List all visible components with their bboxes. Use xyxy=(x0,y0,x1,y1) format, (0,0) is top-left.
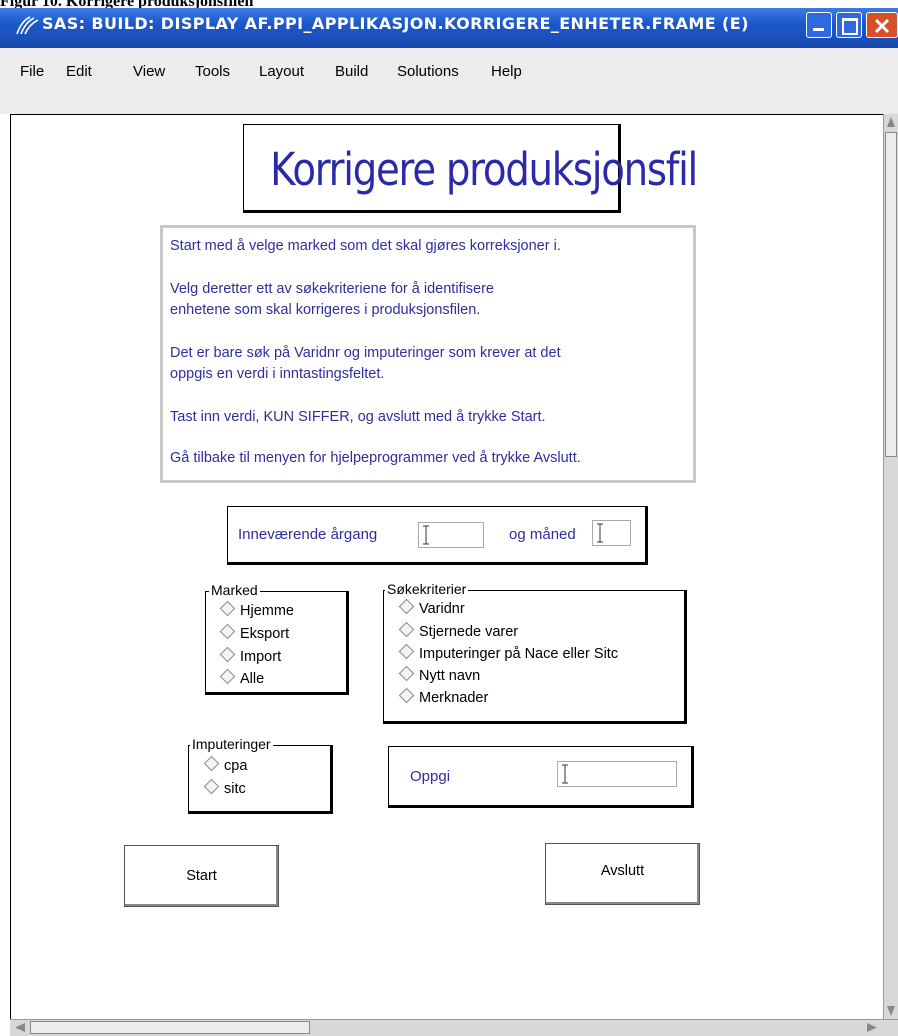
radio-criteria-varidnr[interactable]: Varidnr xyxy=(398,598,465,617)
scroll-right-icon[interactable] xyxy=(866,1022,878,1033)
menu-build[interactable]: Build xyxy=(335,63,368,80)
radio-marked-import[interactable]: Import xyxy=(219,646,281,665)
radio-criteria-imputeringer[interactable]: Imputeringer på Nace eller Sitc xyxy=(398,643,618,662)
year-label: Inneværende årgang xyxy=(238,526,378,543)
radio-icon xyxy=(398,621,415,638)
horizontal-scroll-thumb[interactable] xyxy=(30,1021,310,1034)
radio-imputations-sitc[interactable]: sitc xyxy=(203,778,246,797)
instruction-line: Gå tilbake til menyen for hjelpeprogramm… xyxy=(170,450,581,466)
menu-help[interactable]: Help xyxy=(491,63,522,80)
scroll-left-icon[interactable] xyxy=(14,1022,26,1033)
close-icon xyxy=(874,18,890,34)
oppgi-input[interactable] xyxy=(557,761,677,787)
instruction-line: Det er bare søk på Varidnr og imputering… xyxy=(170,345,561,361)
radio-criteria-merknader[interactable]: Merknader xyxy=(398,687,488,706)
instruction-line: Tast inn verdi, KUN SIFFER, og avslutt m… xyxy=(170,409,546,425)
month-label: og måned xyxy=(509,526,576,543)
minimize-icon xyxy=(813,28,824,31)
vertical-scroll-thumb[interactable] xyxy=(885,132,897,457)
menu-tools[interactable]: Tools xyxy=(195,63,230,80)
minimize-button[interactable] xyxy=(806,12,832,38)
radio-criteria-nytt-navn[interactable]: Nytt navn xyxy=(398,665,480,684)
menu-layout[interactable]: Layout xyxy=(259,63,304,80)
instruction-line: oppgis en verdi i inntastingsfeltet. xyxy=(170,366,385,382)
close-button[interactable] xyxy=(866,12,898,38)
radio-icon xyxy=(398,598,415,615)
radio-icon xyxy=(398,665,415,682)
start-button[interactable]: Start xyxy=(124,845,279,907)
instruction-line: Start med å velge marked som det skal gj… xyxy=(170,238,561,254)
menu-solutions[interactable]: Solutions xyxy=(397,63,459,80)
radio-icon xyxy=(398,687,415,704)
start-button-label: Start xyxy=(186,868,217,884)
radio-icon xyxy=(203,755,220,772)
search-criteria-legend: Søkekriterier xyxy=(385,581,469,597)
radio-icon xyxy=(219,600,236,617)
heading-box: Korrigere produksjonsfil xyxy=(243,124,698,213)
oppgi-label: Oppgi xyxy=(410,768,451,785)
text-cursor-icon xyxy=(597,523,603,543)
marked-legend: Marked xyxy=(209,582,260,598)
scroll-up-icon[interactable] xyxy=(886,116,896,128)
instruction-line: enhetene som skal korrigeres i produksjo… xyxy=(170,302,481,318)
toolbar-area xyxy=(0,92,898,114)
maximize-icon xyxy=(842,18,858,35)
radio-icon xyxy=(203,778,220,795)
radio-marked-hjemme[interactable]: Hjemme xyxy=(219,600,294,619)
text-cursor-icon xyxy=(562,764,568,784)
radio-icon xyxy=(219,646,236,663)
instruction-line: Velg deretter ett av søkekriteriene for … xyxy=(170,281,494,297)
radio-icon xyxy=(219,623,236,640)
year-input[interactable] xyxy=(418,522,484,548)
menu-edit[interactable]: Edit xyxy=(66,63,92,80)
avslutt-button-label: Avslutt xyxy=(600,863,645,879)
menu-file[interactable]: File xyxy=(20,63,44,80)
radio-icon xyxy=(219,668,236,685)
sas-logo-icon xyxy=(16,16,39,35)
avslutt-button[interactable]: Avslutt xyxy=(545,843,700,905)
radio-criteria-stjernede-varer[interactable]: Stjernede varer xyxy=(398,621,518,640)
radio-icon xyxy=(398,643,415,660)
scroll-down-icon[interactable] xyxy=(886,1005,896,1017)
month-input[interactable] xyxy=(592,520,631,546)
text-cursor-icon xyxy=(423,525,429,545)
page-title: Korrigere produksjonsfil xyxy=(270,143,698,196)
window-title: SAS: BUILD: DISPLAY AF.PPI_APPLIKASJON.K… xyxy=(42,14,749,33)
radio-imputations-cpa[interactable]: cpa xyxy=(203,755,247,774)
radio-marked-eksport[interactable]: Eksport xyxy=(219,623,289,642)
imputations-legend: Imputeringer xyxy=(190,736,273,752)
maximize-button[interactable] xyxy=(836,12,862,38)
menu-view[interactable]: View xyxy=(133,63,165,80)
radio-marked-alle[interactable]: Alle xyxy=(219,668,264,687)
